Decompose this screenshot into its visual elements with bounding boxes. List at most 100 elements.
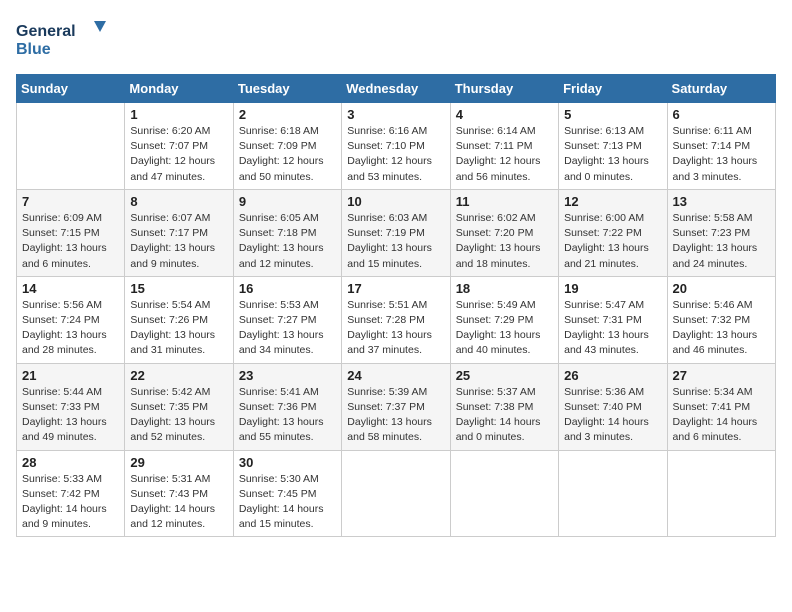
day-info: Sunrise: 6:11 AMSunset: 7:14 PMDaylight:… (673, 124, 770, 185)
weekday-header-row: SundayMondayTuesdayWednesdayThursdayFrid… (17, 75, 776, 103)
day-number: 5 (564, 107, 661, 122)
weekday-header-thursday: Thursday (450, 75, 558, 103)
svg-text:General: General (16, 23, 76, 40)
calendar-cell: 14 Sunrise: 5:56 AMSunset: 7:24 PMDayligh… (17, 276, 125, 363)
day-info: Sunrise: 6:20 AMSunset: 7:07 PMDaylight:… (130, 124, 227, 185)
day-number: 8 (130, 194, 227, 209)
day-info: Sunrise: 6:16 AMSunset: 7:10 PMDaylight:… (347, 124, 444, 185)
day-number: 25 (456, 368, 553, 383)
day-info: Sunrise: 6:03 AMSunset: 7:19 PMDaylight:… (347, 211, 444, 272)
calendar-cell: 10 Sunrise: 6:03 AMSunset: 7:19 PMDayligh… (342, 189, 450, 276)
day-number: 4 (456, 107, 553, 122)
day-number: 12 (564, 194, 661, 209)
calendar-cell: 30 Sunrise: 5:30 AMSunset: 7:45 PMDayligh… (233, 450, 341, 537)
weekday-header-saturday: Saturday (667, 75, 775, 103)
day-info: Sunrise: 5:37 AMSunset: 7:38 PMDaylight:… (456, 385, 553, 446)
calendar-cell: 21 Sunrise: 5:44 AMSunset: 7:33 PMDayligh… (17, 363, 125, 450)
day-info: Sunrise: 5:31 AMSunset: 7:43 PMDaylight:… (130, 472, 227, 533)
day-number: 6 (673, 107, 770, 122)
calendar-table: SundayMondayTuesdayWednesdayThursdayFrid… (16, 74, 776, 537)
calendar-cell (667, 450, 775, 537)
day-number: 11 (456, 194, 553, 209)
day-number: 22 (130, 368, 227, 383)
day-info: Sunrise: 5:44 AMSunset: 7:33 PMDaylight:… (22, 385, 119, 446)
day-number: 13 (673, 194, 770, 209)
day-info: Sunrise: 5:36 AMSunset: 7:40 PMDaylight:… (564, 385, 661, 446)
calendar-week-row: 28Sunrise: 5:33 AMSunset: 7:42 PMDayligh… (17, 450, 776, 537)
day-number: 3 (347, 107, 444, 122)
calendar-cell: 19Sunrise: 5:47 AMSunset: 7:31 PMDayligh… (559, 276, 667, 363)
day-info: Sunrise: 5:39 AMSunset: 7:37 PMDaylight:… (347, 385, 444, 446)
day-info: Sunrise: 5:42 AMSunset: 7:35 PMDaylight:… (130, 385, 227, 446)
calendar-cell: 18Sunrise: 5:49 AMSunset: 7:29 PMDayligh… (450, 276, 558, 363)
day-info: Sunrise: 5:49 AMSunset: 7:29 PMDaylight:… (456, 298, 553, 359)
calendar-cell: 26 Sunrise: 5:36 AMSunset: 7:40 PMDayligh… (559, 363, 667, 450)
weekday-header-wednesday: Wednesday (342, 75, 450, 103)
weekday-header-sunday: Sunday (17, 75, 125, 103)
day-info: Sunrise: 6:13 AMSunset: 7:13 PMDaylight:… (564, 124, 661, 185)
day-info: Sunrise: 5:51 AMSunset: 7:28 PMDaylight:… (347, 298, 444, 359)
calendar-cell: 13 Sunrise: 5:58 AMSunset: 7:23 PMDayligh… (667, 189, 775, 276)
calendar-cell: 22 Sunrise: 5:42 AMSunset: 7:35 PMDayligh… (125, 363, 233, 450)
weekday-header-tuesday: Tuesday (233, 75, 341, 103)
day-number: 30 (239, 455, 336, 470)
calendar-week-row: 21 Sunrise: 5:44 AMSunset: 7:33 PMDayligh… (17, 363, 776, 450)
day-info: Sunrise: 5:41 AMSunset: 7:36 PMDaylight:… (239, 385, 336, 446)
day-info: Sunrise: 6:02 AMSunset: 7:20 PMDaylight:… (456, 211, 553, 272)
calendar-cell: 20 Sunrise: 5:46 AMSunset: 7:32 PMDayligh… (667, 276, 775, 363)
calendar-cell: 16Sunrise: 5:53 AMSunset: 7:27 PMDayligh… (233, 276, 341, 363)
day-info: Sunrise: 5:53 AMSunset: 7:27 PMDaylight:… (239, 298, 336, 359)
day-info: Sunrise: 5:30 AMSunset: 7:45 PMDaylight:… (239, 472, 336, 533)
logo-svg: General Blue (16, 16, 106, 60)
day-number: 9 (239, 194, 336, 209)
day-info: Sunrise: 5:46 AMSunset: 7:32 PMDaylight:… (673, 298, 770, 359)
calendar-cell: 12 Sunrise: 6:00 AMSunset: 7:22 PMDayligh… (559, 189, 667, 276)
calendar-cell: 4 Sunrise: 6:14 AMSunset: 7:11 PMDaylight… (450, 103, 558, 190)
calendar-week-row: 14 Sunrise: 5:56 AMSunset: 7:24 PMDayligh… (17, 276, 776, 363)
day-number: 20 (673, 281, 770, 296)
day-info: Sunrise: 6:09 AMSunset: 7:15 PMDaylight:… (22, 211, 119, 272)
day-info: Sunrise: 5:54 AMSunset: 7:26 PMDaylight:… (130, 298, 227, 359)
day-number: 14 (22, 281, 119, 296)
calendar-cell: 5 Sunrise: 6:13 AMSunset: 7:13 PMDaylight… (559, 103, 667, 190)
svg-text:Blue: Blue (16, 41, 51, 58)
calendar-cell: 2 Sunrise: 6:18 AMSunset: 7:09 PMDaylight… (233, 103, 341, 190)
day-info: Sunrise: 6:18 AMSunset: 7:09 PMDaylight:… (239, 124, 336, 185)
day-number: 7 (22, 194, 119, 209)
calendar-cell (17, 103, 125, 190)
day-number: 1 (130, 107, 227, 122)
day-info: Sunrise: 5:34 AMSunset: 7:41 PMDaylight:… (673, 385, 770, 446)
calendar-cell: 28Sunrise: 5:33 AMSunset: 7:42 PMDayligh… (17, 450, 125, 537)
calendar-cell: 25 Sunrise: 5:37 AMSunset: 7:38 PMDayligh… (450, 363, 558, 450)
calendar-cell: 15 Sunrise: 5:54 AMSunset: 7:26 PMDayligh… (125, 276, 233, 363)
calendar-cell: 23 Sunrise: 5:41 AMSunset: 7:36 PMDayligh… (233, 363, 341, 450)
calendar-cell (559, 450, 667, 537)
day-info: Sunrise: 5:56 AMSunset: 7:24 PMDaylight:… (22, 298, 119, 359)
day-number: 17 (347, 281, 444, 296)
day-number: 24 (347, 368, 444, 383)
day-info: Sunrise: 6:07 AMSunset: 7:17 PMDaylight:… (130, 211, 227, 272)
day-number: 27 (673, 368, 770, 383)
calendar-cell: 7 Sunrise: 6:09 AMSunset: 7:15 PMDaylight… (17, 189, 125, 276)
day-number: 26 (564, 368, 661, 383)
day-info: Sunrise: 6:05 AMSunset: 7:18 PMDaylight:… (239, 211, 336, 272)
day-info: Sunrise: 5:33 AMSunset: 7:42 PMDaylight:… (22, 472, 119, 533)
calendar-cell: 27 Sunrise: 5:34 AMSunset: 7:41 PMDayligh… (667, 363, 775, 450)
logo: General Blue (16, 16, 106, 60)
calendar-week-row: 7 Sunrise: 6:09 AMSunset: 7:15 PMDaylight… (17, 189, 776, 276)
day-number: 23 (239, 368, 336, 383)
calendar-cell: 9 Sunrise: 6:05 AMSunset: 7:18 PMDaylight… (233, 189, 341, 276)
calendar-cell (450, 450, 558, 537)
calendar-week-row: 1 Sunrise: 6:20 AMSunset: 7:07 PMDaylight… (17, 103, 776, 190)
calendar-cell (342, 450, 450, 537)
calendar-cell: 11 Sunrise: 6:02 AMSunset: 7:20 PMDayligh… (450, 189, 558, 276)
calendar-cell: 6 Sunrise: 6:11 AMSunset: 7:14 PMDaylight… (667, 103, 775, 190)
day-number: 21 (22, 368, 119, 383)
day-number: 10 (347, 194, 444, 209)
day-number: 15 (130, 281, 227, 296)
day-number: 2 (239, 107, 336, 122)
day-info: Sunrise: 5:47 AMSunset: 7:31 PMDaylight:… (564, 298, 661, 359)
day-info: Sunrise: 6:00 AMSunset: 7:22 PMDaylight:… (564, 211, 661, 272)
day-info: Sunrise: 5:58 AMSunset: 7:23 PMDaylight:… (673, 211, 770, 272)
day-info: Sunrise: 6:14 AMSunset: 7:11 PMDaylight:… (456, 124, 553, 185)
